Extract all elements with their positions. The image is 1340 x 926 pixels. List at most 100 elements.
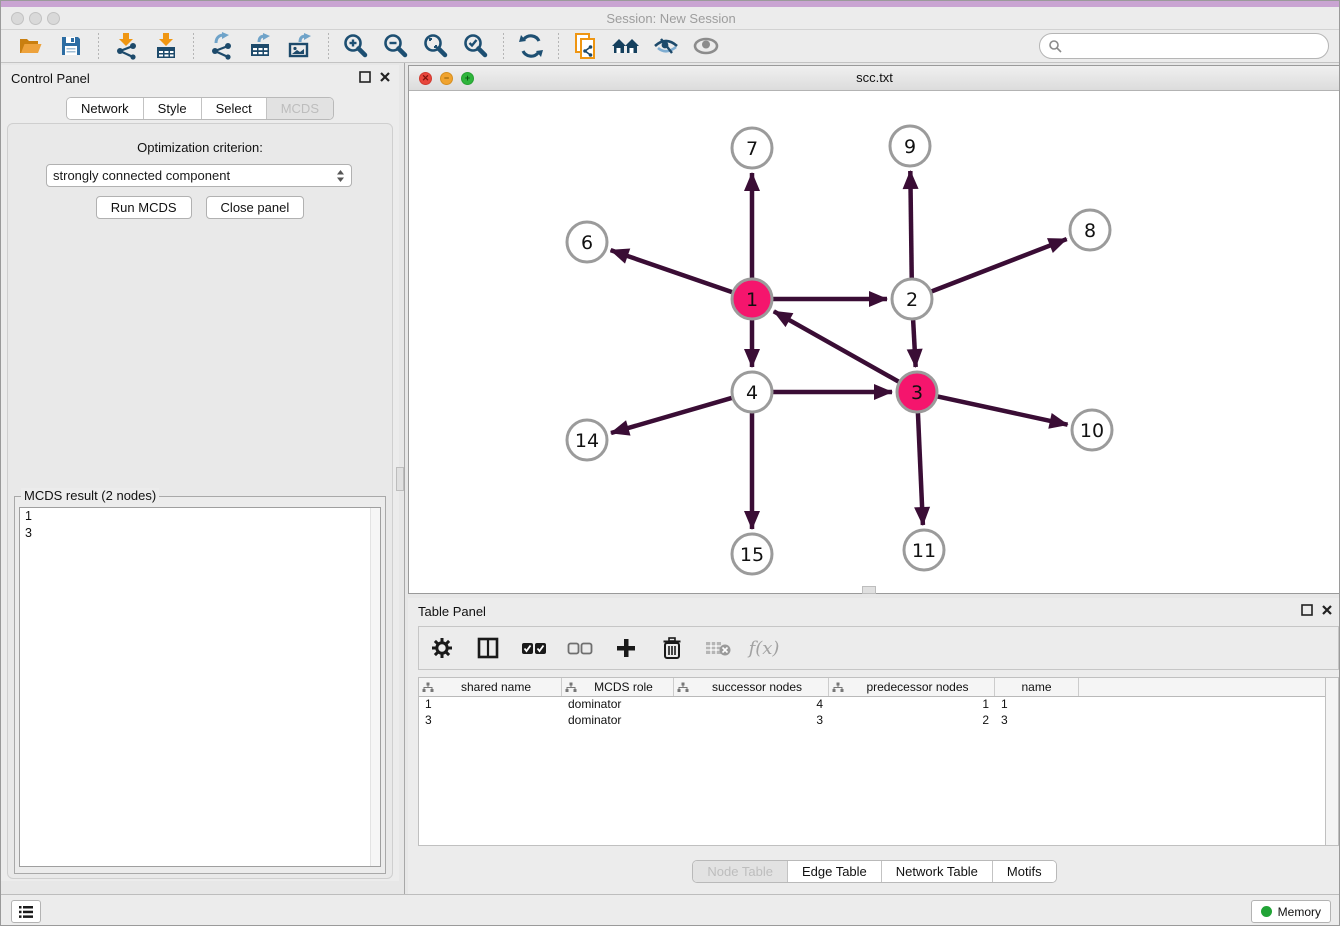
cell-predecessor-nodes[interactable]: 2 (829, 713, 995, 729)
import-network-icon[interactable] (111, 32, 141, 60)
first-neighbors-icon[interactable] (611, 32, 641, 60)
search-icon (1048, 39, 1062, 53)
table-tabs: Node Table Edge Table Network Table Moti… (408, 860, 1340, 883)
close-panel-button[interactable]: Close panel (206, 196, 305, 219)
search-field[interactable] (1039, 33, 1329, 59)
zoom-in-icon[interactable] (341, 32, 371, 60)
task-history-button[interactable] (11, 900, 41, 923)
zoom-out-icon[interactable] (381, 32, 411, 60)
hierarchy-icon (565, 682, 577, 693)
tab-motifs[interactable]: Motifs (993, 861, 1056, 882)
control-panel-title: Control Panel (11, 71, 90, 86)
cell-name[interactable]: 3 (995, 713, 1079, 729)
save-session-icon[interactable] (56, 32, 86, 60)
cell-mcds-role[interactable]: dominator (562, 713, 674, 729)
show-all-icon[interactable] (691, 32, 721, 60)
graph-edge-3-10[interactable] (935, 396, 1068, 425)
open-session-icon[interactable] (16, 32, 46, 60)
hide-selected-icon[interactable] (651, 32, 681, 60)
column-header-shared-name[interactable]: shared name (419, 678, 562, 696)
graph-edge-4-14[interactable] (611, 397, 735, 433)
close-table-panel-icon[interactable] (1321, 604, 1333, 616)
node-table[interactable]: shared name MCDS role successor nodes pr… (418, 677, 1325, 846)
run-mcds-button[interactable]: Run MCDS (96, 196, 192, 219)
column-header-name[interactable]: name (995, 678, 1079, 696)
mcds-result-group: MCDS result (2 nodes) 1 3 (14, 496, 386, 874)
split-view-icon[interactable] (475, 635, 501, 661)
graph-edge-2-9[interactable] (910, 171, 911, 281)
table-panel: Table Panel (408, 598, 1340, 894)
table-row[interactable]: 3 dominator 3 2 3 (419, 713, 1325, 729)
panel-divider (404, 63, 405, 894)
graph-edge-2-8[interactable] (929, 239, 1067, 292)
export-network-icon[interactable] (206, 32, 236, 60)
mcds-panel: Optimization criterion: strongly connect… (7, 123, 393, 879)
refresh-icon[interactable] (516, 32, 546, 60)
cell-shared-name[interactable]: 3 (419, 713, 562, 729)
network-canvas[interactable]: 7968123414101511 (409, 91, 1340, 593)
tab-network-table[interactable]: Network Table (882, 861, 993, 882)
cell-name[interactable]: 1 (995, 697, 1079, 713)
export-image-icon[interactable] (286, 32, 316, 60)
hierarchy-icon (677, 682, 689, 693)
titlebar: Session: New Session (1, 7, 1340, 30)
cell-successor-nodes[interactable]: 4 (674, 697, 829, 713)
close-panel-icon[interactable] (379, 71, 391, 83)
tab-edge-table[interactable]: Edge Table (788, 861, 882, 882)
toolbar-separator (558, 33, 559, 59)
column-header-predecessor-nodes[interactable]: predecessor nodes (829, 678, 995, 696)
network-graph[interactable]: 7968123414101511 (409, 91, 1340, 593)
cell-shared-name[interactable]: 1 (419, 697, 562, 713)
cell-successor-nodes[interactable]: 3 (674, 713, 829, 729)
graph-node-label: 3 (911, 382, 923, 404)
session-title: Session: New Session (1, 11, 1340, 26)
tab-style[interactable]: Style (144, 98, 202, 119)
table-scrollbar[interactable] (1325, 677, 1339, 846)
import-table-icon[interactable] (151, 32, 181, 60)
dropdown-spinner-icon (336, 169, 345, 183)
status-bar: Memory (1, 894, 1340, 926)
delete-column-trash-icon[interactable] (659, 635, 685, 661)
network-view-window: ✕ − + scc.txt 7968123414101511 (408, 65, 1340, 594)
table-toolbar: f(x) (418, 626, 1339, 670)
float-panel-icon[interactable] (359, 71, 371, 83)
float-table-panel-icon[interactable] (1301, 604, 1313, 616)
tab-network[interactable]: Network (67, 98, 144, 119)
memory-button[interactable]: Memory (1251, 900, 1331, 923)
tab-select[interactable]: Select (202, 98, 267, 119)
mcds-result-text[interactable]: 1 3 (19, 507, 381, 867)
search-input[interactable] (1066, 39, 1328, 54)
cell-predecessor-nodes[interactable]: 1 (829, 697, 995, 713)
select-all-checkboxes-icon[interactable] (521, 635, 547, 661)
add-column-icon[interactable] (613, 635, 639, 661)
graph-node-label: 10 (1080, 420, 1104, 442)
column-header-successor-nodes[interactable]: successor nodes (674, 678, 829, 696)
tab-mcds[interactable]: MCDS (267, 98, 333, 119)
delete-table-icon[interactable] (705, 635, 731, 661)
zoom-selected-icon[interactable] (461, 32, 491, 60)
graph-edge-3-11[interactable] (918, 410, 923, 525)
network-table-divider-handle[interactable] (862, 586, 876, 594)
network-window-titlebar[interactable]: ✕ − + scc.txt (409, 66, 1340, 91)
graph-edge-1-6[interactable] (611, 250, 735, 293)
table-panel-header: Table Panel (408, 598, 1340, 626)
mcds-result-line: 3 (20, 525, 380, 542)
mcds-result-scrollbar[interactable] (370, 508, 380, 866)
graph-edge-2-3[interactable] (913, 317, 916, 367)
column-header-mcds-role[interactable]: MCDS role (562, 678, 674, 696)
deselect-all-checkboxes-icon[interactable] (567, 635, 593, 661)
table-settings-gear-icon[interactable] (429, 635, 455, 661)
table-row[interactable]: 1 dominator 4 1 1 (419, 697, 1325, 713)
zoom-fit-icon[interactable] (421, 32, 451, 60)
criterion-dropdown[interactable]: strongly connected component (46, 164, 352, 187)
criterion-value: strongly connected component (53, 168, 230, 183)
export-table-icon[interactable] (246, 32, 276, 60)
main-toolbar (1, 30, 1340, 63)
panel-divider-handle[interactable] (396, 467, 404, 491)
tab-node-table[interactable]: Node Table (693, 861, 788, 882)
graph-node-label: 8 (1084, 220, 1096, 242)
graph-node-label: 6 (581, 232, 593, 254)
cell-mcds-role[interactable]: dominator (562, 697, 674, 713)
graph-edge-3-1[interactable] (774, 311, 902, 383)
clone-network-icon[interactable] (571, 32, 601, 60)
